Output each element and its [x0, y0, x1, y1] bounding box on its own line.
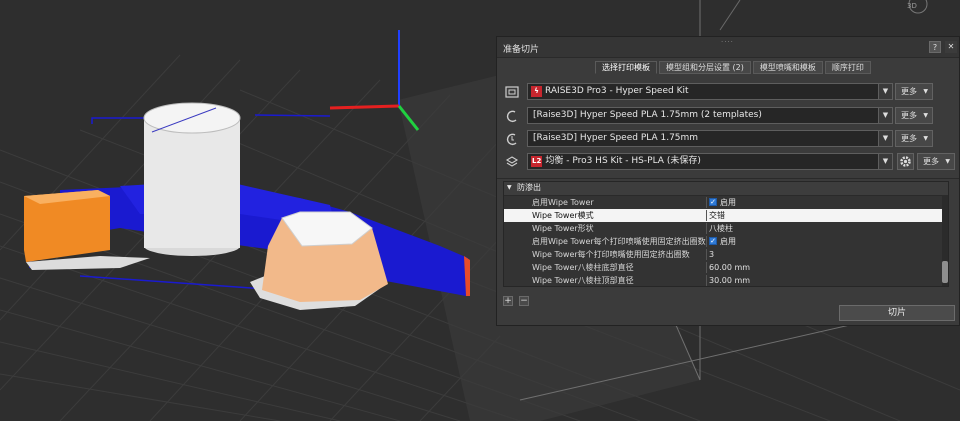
setting-row[interactable]: 启用Wipe Tower ✓ 启用	[504, 196, 944, 209]
dialog-titlebar[interactable]: ···· 准备切片 ? ✕	[497, 37, 959, 58]
printer-icon	[505, 86, 519, 98]
chevron-down-icon[interactable]: ▼	[878, 154, 892, 169]
nozzle-right-icon	[506, 133, 517, 146]
template-row: L2 均衡 - Pro3 HS Kit - HS-PLA (未保存) ▼ 更多 ▼	[503, 153, 955, 171]
setting-value[interactable]: ✓ 启用	[709, 235, 736, 248]
setting-label: Wipe Tower八棱柱底部直径	[532, 263, 634, 272]
setting-label: Wipe Tower每个打印喷嘴使用固定挤出圈数	[532, 250, 690, 259]
more-label: 更多	[901, 134, 917, 143]
setting-label: Wipe Tower形状	[532, 224, 594, 233]
setting-value[interactable]: 3	[709, 248, 714, 261]
right-filament-value: [Raise3D] Hyper Speed PLA 1.75mm	[533, 133, 699, 143]
gear-icon[interactable]	[897, 153, 914, 170]
section-header[interactable]: ▼ 防渗出	[504, 182, 948, 196]
setting-value[interactable]: ✓ 启用	[709, 196, 736, 209]
cylinder-model	[144, 118, 240, 248]
setting-row[interactable]: 启用Wipe Tower每个打印喷嘴使用固定挤出圈数 ✓ 启用	[504, 235, 944, 248]
divider	[706, 262, 707, 273]
left-filament-more-button[interactable]: 更多 ▼	[895, 107, 933, 124]
slice-button[interactable]: 切片	[839, 305, 955, 321]
collapse-arrow-icon[interactable]: ▼	[507, 182, 512, 194]
template-select[interactable]: L2 均衡 - Pro3 HS Kit - HS-PLA (未保存) ▼	[527, 153, 893, 170]
printer-select[interactable]: ϟ RAISE3D Pro3 - Hyper Speed Kit ▼	[527, 83, 893, 100]
view-cube-icon[interactable]: 3D	[907, 0, 928, 14]
setting-value[interactable]: 30.00 mm	[709, 274, 750, 286]
more-label: 更多	[901, 111, 917, 120]
settings-list: ▼ 防渗出 启用Wipe Tower ✓ 启用 Wipe Tower模式 交错 W…	[503, 181, 949, 287]
setting-label: Wipe Tower模式	[532, 211, 594, 220]
setting-value[interactable]: 八棱柱	[709, 222, 733, 235]
setting-label: Wipe Tower八棱柱顶部直径	[532, 276, 634, 285]
template-more-button[interactable]: 更多 ▼	[917, 153, 955, 170]
tab-model-groups[interactable]: 模型组和分层设置 (2)	[659, 61, 751, 74]
help-button[interactable]: ?	[929, 41, 941, 53]
printer-brand-icon: ϟ	[531, 86, 542, 97]
setting-label: 启用Wipe Tower	[532, 198, 594, 207]
template-value: 均衡 - Pro3 HS Kit - HS-PLA (未保存)	[545, 156, 701, 166]
chevron-down-icon[interactable]: ▼	[878, 131, 892, 146]
divider	[706, 197, 707, 208]
layers-icon	[505, 156, 519, 167]
more-label: 更多	[901, 87, 917, 96]
tab-sequential[interactable]: 顺序打印	[824, 61, 871, 74]
setting-row[interactable]: Wipe Tower八棱柱底部直径 60.00 mm	[504, 261, 944, 274]
setting-row[interactable]: Wipe Tower每个打印喷嘴使用固定挤出圈数 3	[504, 248, 944, 261]
tab-bar: 选择打印模板 模型组和分层设置 (2) 模型喷嘴和模板 顺序打印	[595, 61, 873, 74]
divider	[706, 210, 707, 221]
add-button[interactable]: +	[503, 296, 513, 306]
checkbox-checked-icon[interactable]: ✓	[709, 236, 717, 245]
remove-button[interactable]: −	[519, 296, 529, 306]
chevron-down-icon[interactable]: ▼	[878, 84, 892, 99]
left-filament-row: [Raise3D] Hyper Speed PLA 1.75mm (2 temp…	[503, 107, 955, 125]
chevron-down-icon: ▼	[923, 88, 928, 95]
checkbox-label: 启用	[720, 198, 736, 207]
template-badge: L2	[531, 156, 543, 167]
divider	[706, 275, 707, 286]
chevron-down-icon: ▼	[923, 135, 928, 142]
section-title: 防渗出	[517, 183, 541, 192]
divider	[706, 236, 707, 247]
printer-select-value: RAISE3D Pro3 - Hyper Speed Kit	[545, 86, 689, 96]
setting-row[interactable]: Wipe Tower形状 八棱柱	[504, 222, 944, 235]
left-filament-select[interactable]: [Raise3D] Hyper Speed PLA 1.75mm (2 temp…	[527, 107, 893, 124]
divider	[706, 223, 707, 234]
left-filament-value: [Raise3D] Hyper Speed PLA 1.75mm (2 temp…	[533, 110, 762, 120]
scrollbar[interactable]	[942, 195, 948, 286]
cylinder-top	[143, 102, 241, 134]
divider	[706, 249, 707, 260]
divider	[497, 178, 959, 179]
setting-row[interactable]: Wipe Tower八棱柱顶部直径 30.00 mm	[504, 274, 944, 286]
close-button[interactable]: ✕	[945, 41, 957, 53]
right-filament-select[interactable]: [Raise3D] Hyper Speed PLA 1.75mm ▼	[527, 130, 893, 147]
printer-more-button[interactable]: 更多 ▼	[895, 83, 933, 100]
x-axis	[329, 104, 400, 110]
right-filament-more-button[interactable]: 更多 ▼	[895, 130, 933, 147]
chevron-down-icon: ▼	[945, 158, 950, 165]
build-volume-edge-top	[719, 0, 741, 31]
checkbox-checked-icon[interactable]: ✓	[709, 197, 717, 206]
checkbox-label: 启用	[720, 237, 736, 246]
drag-handle[interactable]: ····	[721, 38, 734, 46]
dialog-title: 准备切片	[503, 45, 540, 55]
setting-value[interactable]: 60.00 mm	[709, 261, 750, 274]
svg-text:3D: 3D	[907, 2, 917, 10]
prepare-slice-dialog: ···· 准备切片 ? ✕ 选择打印模板 模型组和分层设置 (2) 模型喷嘴和模…	[496, 36, 960, 326]
right-filament-row: [Raise3D] Hyper Speed PLA 1.75mm ▼ 更多 ▼	[503, 130, 955, 148]
scrollbar-thumb[interactable]	[942, 261, 948, 283]
setting-label: 启用Wipe Tower每个打印喷嘴使用固定挤出圈数	[532, 237, 706, 246]
tab-select-template[interactable]: 选择打印模板	[595, 61, 657, 74]
chevron-down-icon[interactable]: ▼	[878, 108, 892, 123]
setting-value[interactable]: 交错	[709, 209, 725, 222]
more-label: 更多	[923, 157, 939, 166]
setting-row-selected[interactable]: Wipe Tower模式 交错	[504, 209, 944, 222]
tab-nozzles[interactable]: 模型喷嘴和模板	[752, 61, 823, 74]
chevron-down-icon: ▼	[923, 112, 928, 119]
nozzle-left-icon	[506, 110, 517, 123]
printer-row: ϟ RAISE3D Pro3 - Hyper Speed Kit ▼ 更多 ▼	[503, 83, 955, 101]
